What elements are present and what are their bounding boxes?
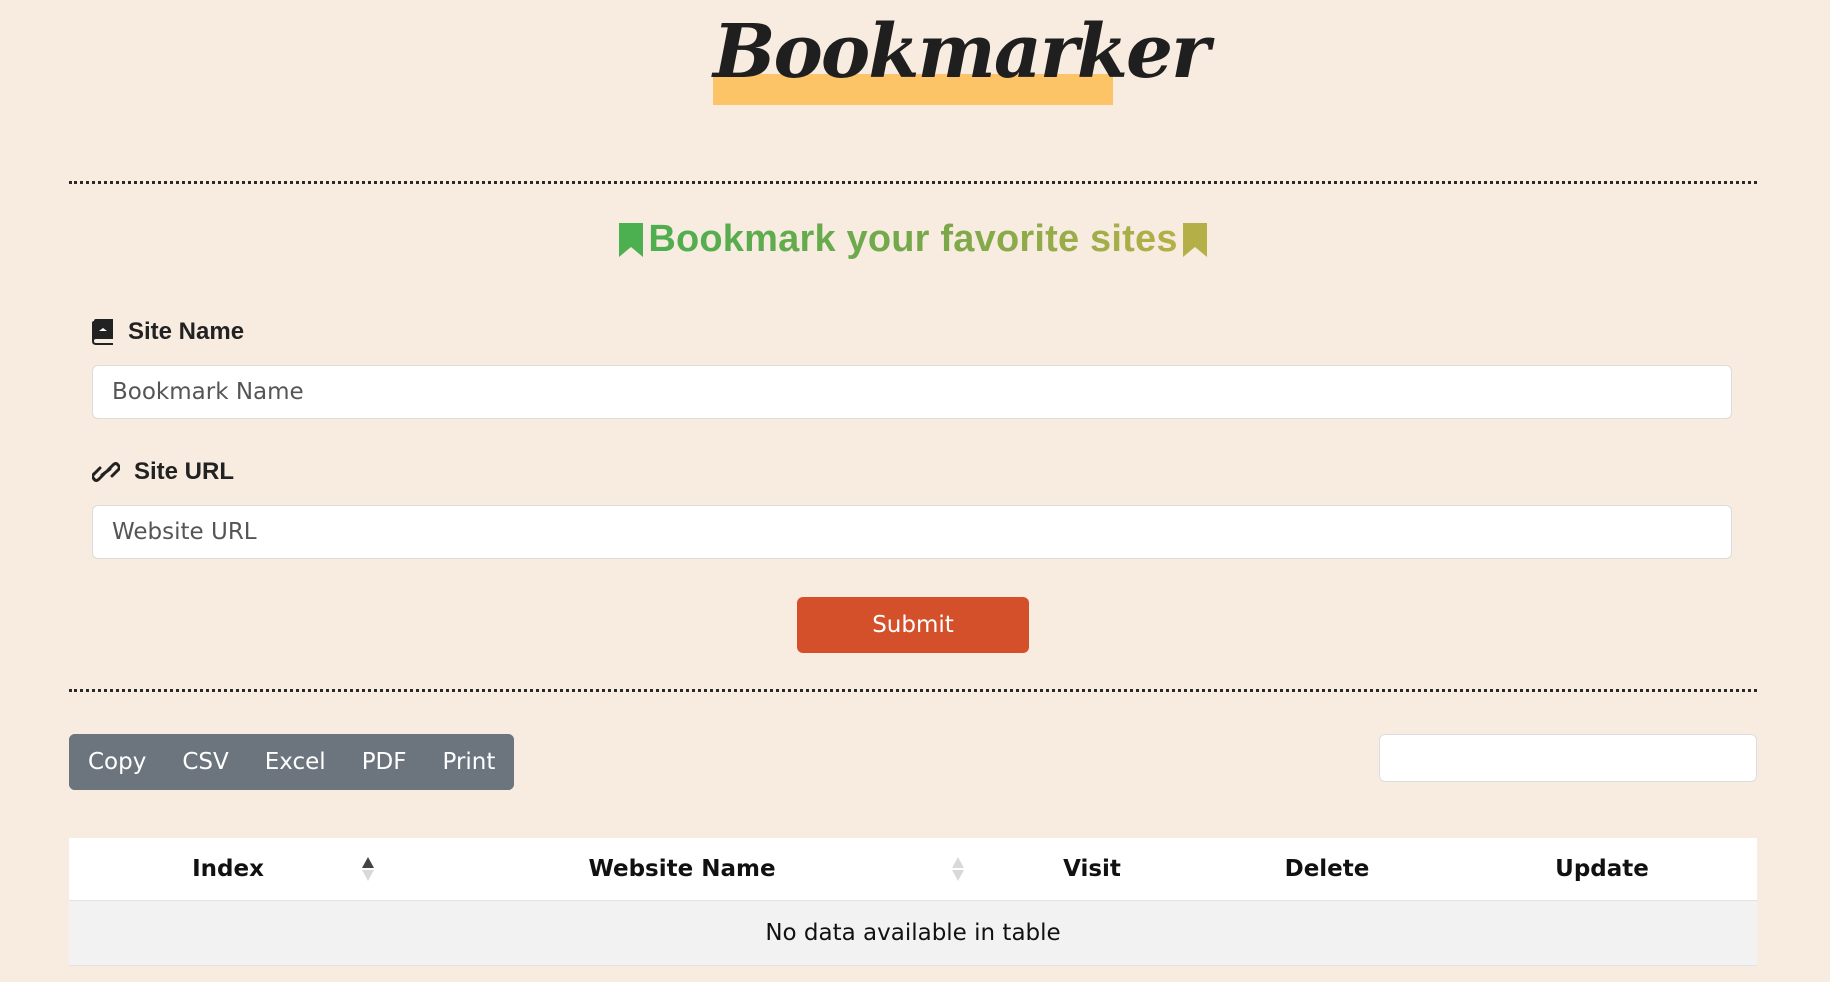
excel-button[interactable]: Excel <box>246 734 344 790</box>
site-url-label: Site URL <box>92 458 234 486</box>
print-button[interactable]: Print <box>424 734 515 790</box>
site-url-input[interactable] <box>92 505 1732 559</box>
copy-button[interactable]: Copy <box>69 734 165 790</box>
logo-text: Bookmarker <box>713 9 1210 95</box>
sort-ascending-icon <box>362 857 374 881</box>
column-header-update-label: Update <box>1555 856 1649 882</box>
top-divider <box>69 181 1757 184</box>
table-header-row: Index Website Name Visit Delete Update <box>69 838 1757 901</box>
column-header-website-name[interactable]: Website Name <box>387 838 977 901</box>
site-name-label: Site Name <box>92 318 244 346</box>
column-header-index[interactable]: Index <box>69 838 387 901</box>
table-search-input[interactable] <box>1379 734 1757 782</box>
csv-button[interactable]: CSV <box>164 734 247 790</box>
export-button-group: Copy CSV Excel PDF Print <box>69 734 515 790</box>
link-icon <box>92 462 120 482</box>
column-header-website-name-label: Website Name <box>588 856 776 882</box>
column-header-delete-label: Delete <box>1284 856 1370 882</box>
sort-icon <box>952 857 964 881</box>
page-subtitle: Bookmark your favorite sites <box>69 218 1757 261</box>
app-logo: Bookmarker <box>713 8 1210 105</box>
empty-table-message: No data available in table <box>69 900 1757 966</box>
bookmark-icon <box>619 222 644 257</box>
table-row: No data available in table <box>69 900 1757 966</box>
column-header-index-label: Index <box>192 856 264 882</box>
bookmarks-table: Index Website Name Visit Delete Update N… <box>69 838 1757 966</box>
column-header-update: Update <box>1447 838 1757 901</box>
column-header-visit: Visit <box>977 838 1207 901</box>
submit-button[interactable]: Submit <box>797 597 1029 653</box>
book-icon <box>92 319 113 345</box>
subtitle-text: Bookmark your favorite sites <box>648 218 1178 260</box>
bookmark-icon <box>1182 222 1207 257</box>
column-header-delete: Delete <box>1207 838 1447 901</box>
bottom-divider <box>69 689 1757 692</box>
site-name-label-text: Site Name <box>128 318 245 345</box>
pdf-button[interactable]: PDF <box>343 734 425 790</box>
column-header-visit-label: Visit <box>1063 856 1121 882</box>
site-url-label-text: Site URL <box>134 458 235 485</box>
site-name-input[interactable] <box>92 365 1732 419</box>
